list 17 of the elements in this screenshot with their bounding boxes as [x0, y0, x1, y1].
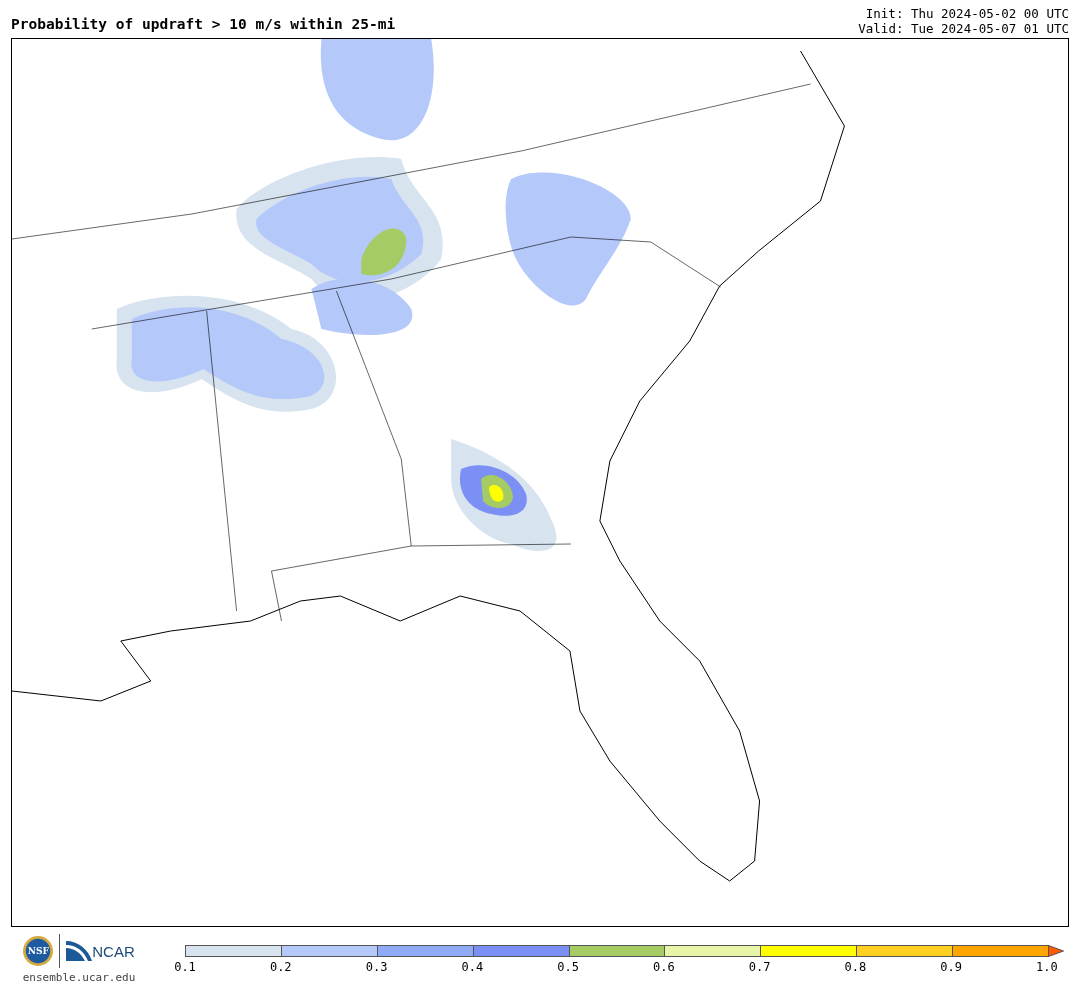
tick-label: 0.2 [268, 960, 293, 974]
tick-label: 0.6 [652, 960, 676, 974]
tick-label: 0.8 [843, 960, 868, 974]
tick-label: 0.7 [747, 960, 772, 974]
swoosh-icon [66, 941, 93, 961]
tick-label: 0.5 [556, 960, 580, 974]
map-title: Probability of updraft > 10 m/s within 25-mi [11, 16, 396, 34]
tick-label: 1.0 [1035, 960, 1059, 974]
valid-time: Valid: Tue 2024-05-07 01 UTC [858, 21, 1069, 36]
tick-label: 0.9 [939, 960, 963, 974]
site-url: ensemble.ucar.edu [22, 971, 136, 984]
tick-label: 0.4 [460, 960, 485, 974]
tick-label: 0.3 [364, 960, 389, 974]
tick-label: 0.1 [173, 960, 197, 974]
nsf-logo: NSF [23, 936, 54, 966]
ncar-logo: NCAR [92, 943, 135, 961]
init-time: Init: Thu 2024-05-02 00 UTC [864, 6, 1069, 21]
